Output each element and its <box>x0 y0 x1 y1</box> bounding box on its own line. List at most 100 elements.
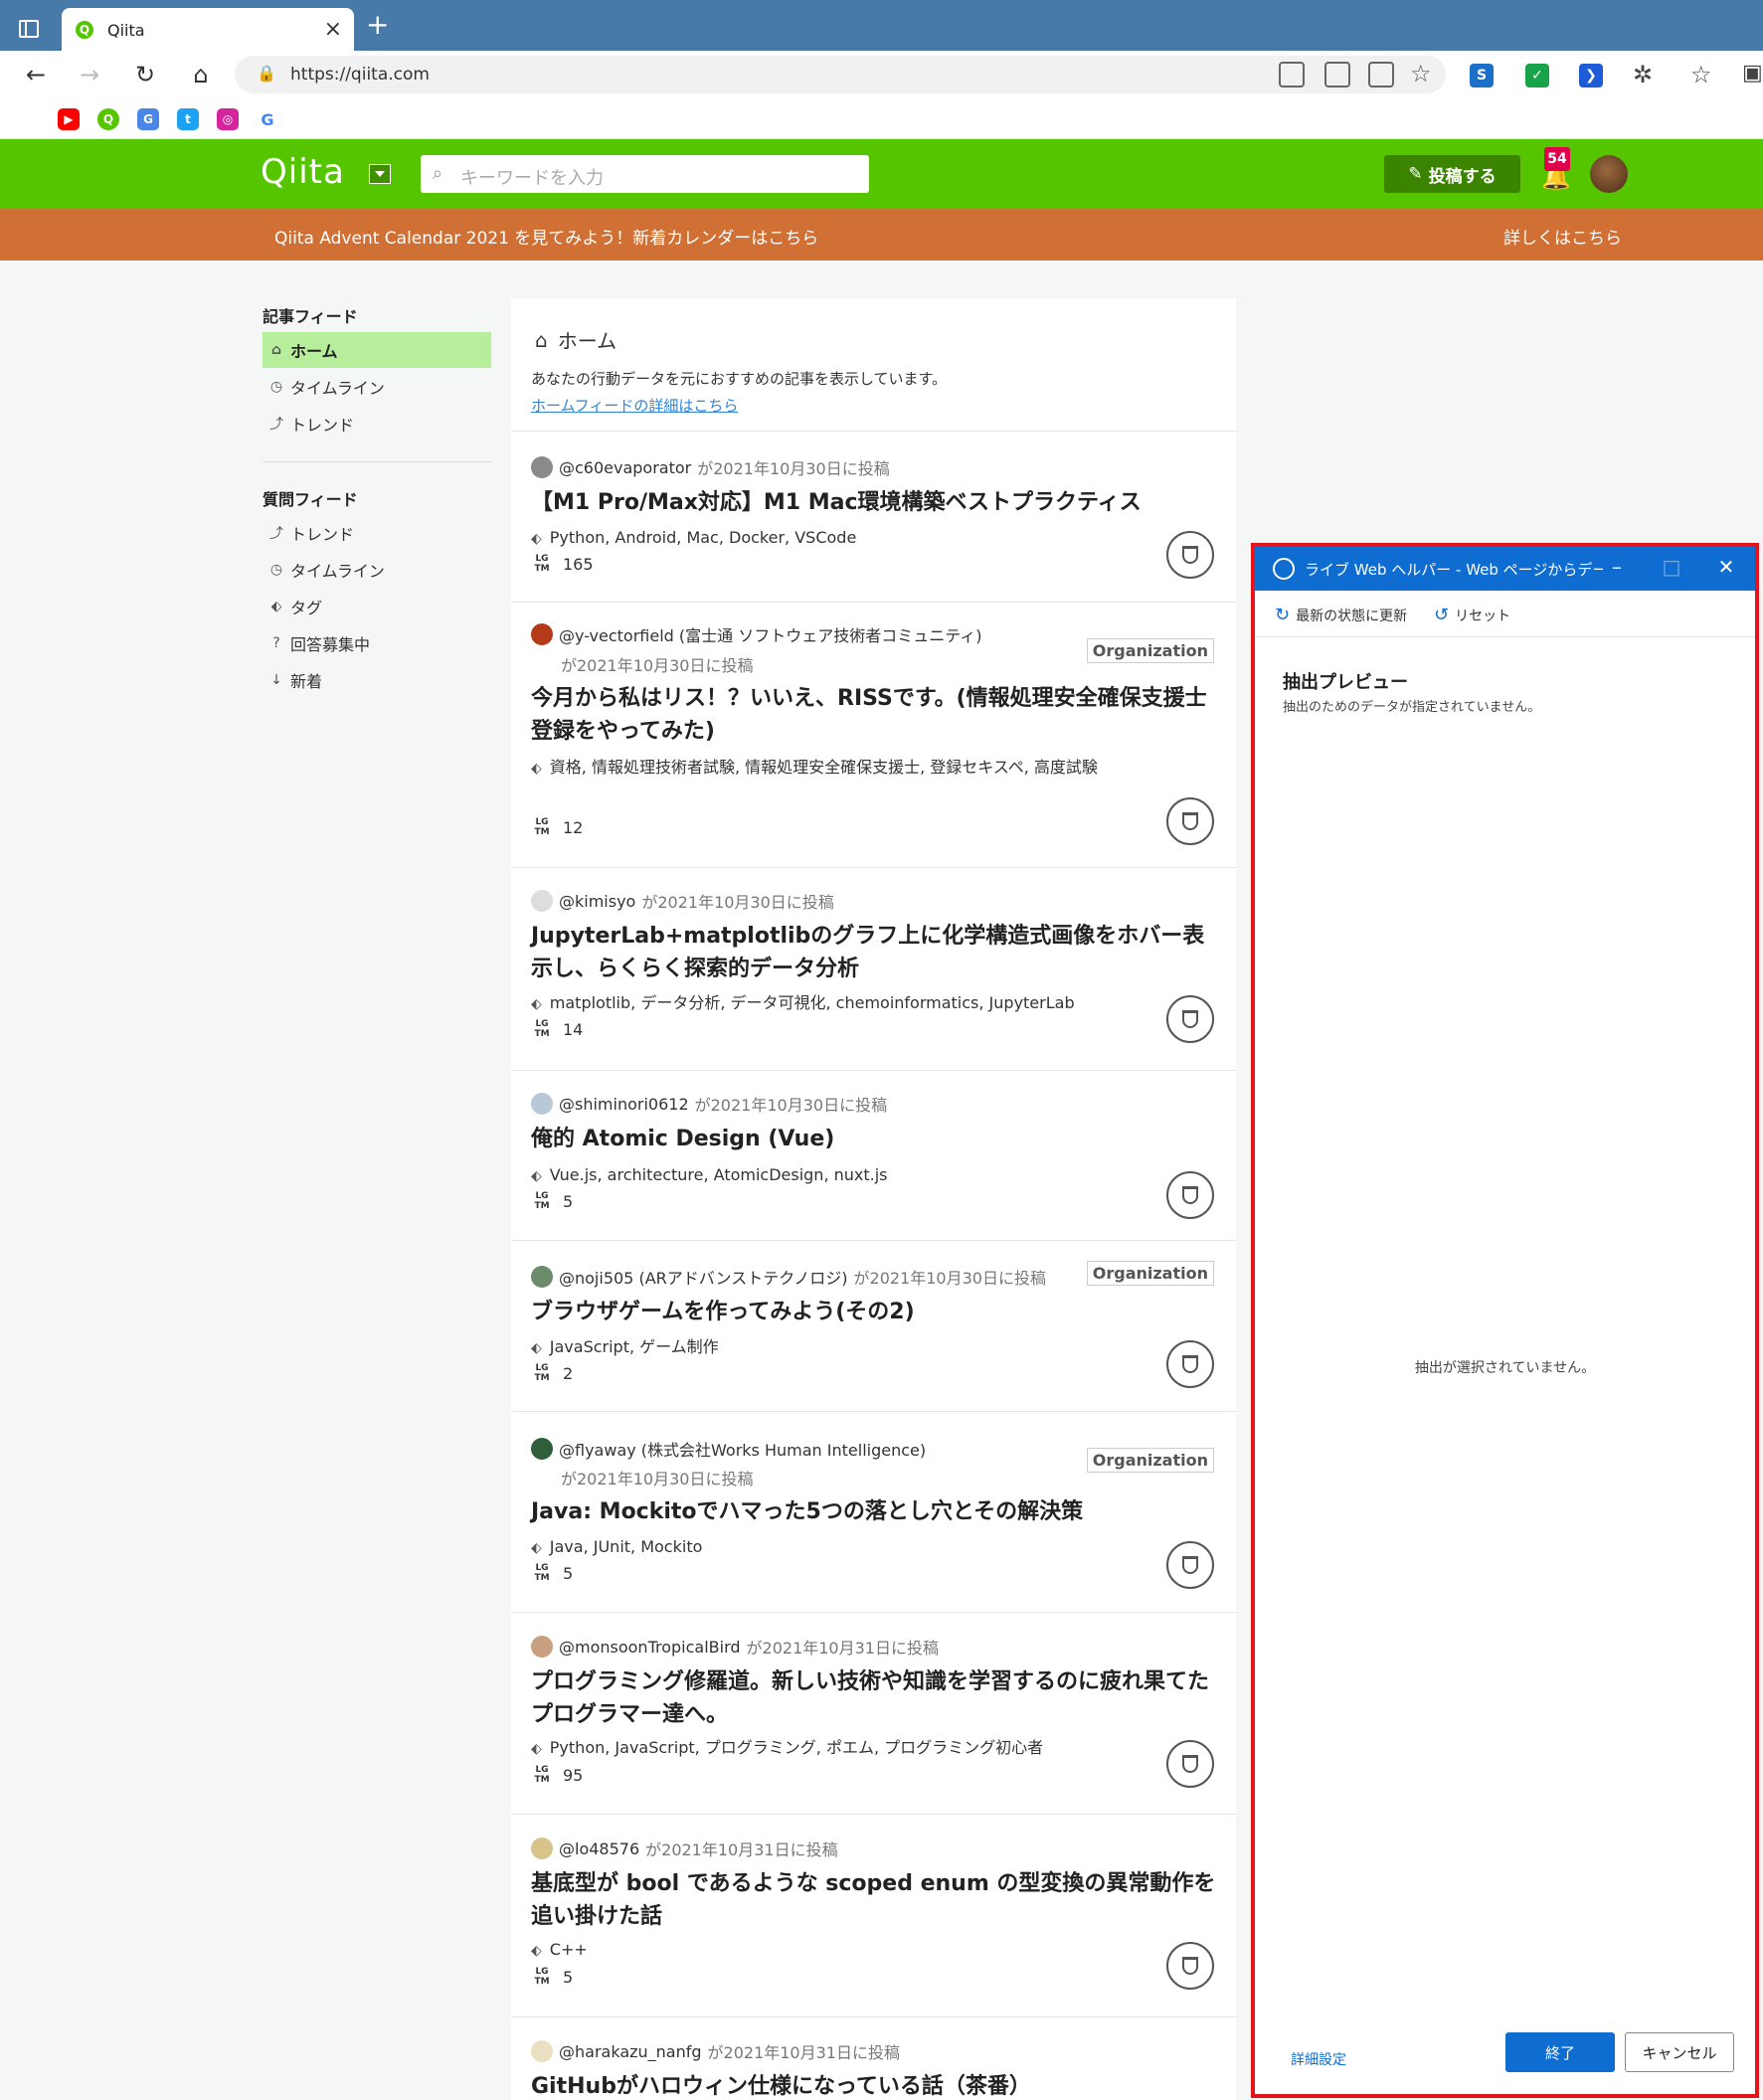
posted-date: が2021年10月30日に投稿 <box>641 893 834 912</box>
tag-list[interactable]: Java, JUnit, Mockito <box>550 1537 703 1556</box>
address-bar[interactable]: 🔒 https://qiita.com ☆ <box>235 56 1446 93</box>
organization-badge[interactable]: Organization <box>1086 1448 1214 1473</box>
extension-s-icon[interactable]: S <box>1470 64 1494 88</box>
sidebar-item-label: タグ <box>290 599 323 617</box>
stock-icon <box>1182 1755 1198 1773</box>
article-author[interactable]: @monsoonTropicalBird が2021年10月31日に投稿 <box>531 1635 939 1659</box>
notification-badge[interactable]: 54 <box>1544 147 1570 171</box>
apps-icon[interactable] <box>1324 62 1350 88</box>
lgtm-count: LG TM 5 <box>531 1967 573 1987</box>
google-bookmark-icon[interactable]: G <box>257 108 278 130</box>
article-feed-heading: 記事フィード <box>263 307 358 326</box>
article-title[interactable]: 【M1 Pro/Max対応】M1 Mac環境構築ベストプラクティス <box>531 486 1217 519</box>
stock-button[interactable] <box>1166 531 1214 579</box>
article-item: @harakazu_nanfg が2021年10月31日に投稿 GitHubがハロ… <box>511 2017 1236 2100</box>
qiita-favicon-icon: Q <box>76 21 93 39</box>
article-author[interactable]: @shiminori0612 が2021年10月30日に投稿 <box>531 1092 887 1116</box>
tab-close-icon[interactable]: × <box>324 17 342 42</box>
post-button[interactable]: ✎ 投稿する <box>1384 155 1520 193</box>
article-author[interactable]: @flyaway (株式会社Works Human Intelligence) <box>531 1437 926 1461</box>
home-feed-detail-link[interactable]: ホームフィードの詳細はこちら <box>531 395 738 416</box>
avatar <box>531 890 553 912</box>
sort-icon: ↓ <box>270 672 282 688</box>
article-author[interactable]: @noji505 (ARアドバンストテクノロジ) が2021年10月30日に投稿 <box>531 1265 1046 1289</box>
instagram-bookmark-icon[interactable]: ◎ <box>217 108 239 130</box>
stock-button[interactable] <box>1166 1541 1214 1589</box>
sidebar-item-unanswered[interactable]: ? 回答募集中 <box>263 625 491 661</box>
tag-list[interactable]: Python, Android, Mac, Docker, VSCode <box>550 528 857 547</box>
refresh-icon[interactable]: ↻ <box>127 57 163 92</box>
banner-more-link[interactable]: 詳しくはこちら <box>1503 224 1622 249</box>
browser-tab-bar: Q Qiita × + <box>0 0 1763 51</box>
stock-button[interactable] <box>1166 797 1214 845</box>
author-name: @noji505 (ARアドバンストテクノロジ) <box>559 1269 848 1288</box>
tag-list[interactable]: Vue.js, architecture, AtomicDesign, nuxt… <box>550 1165 888 1184</box>
sidebar-item-timeline[interactable]: ◷ タイムライン <box>263 369 491 405</box>
extensions-grid-icon[interactable] <box>1368 62 1394 88</box>
article-title[interactable]: GitHubがハロウィン仕様になっている話（茶番） <box>531 2070 1217 2100</box>
qiita-bookmark-icon[interactable]: Q <box>97 108 119 130</box>
tag-list[interactable]: C++ <box>550 1940 588 1959</box>
tag-icon: ⬖ <box>270 599 282 614</box>
lgtm-icon: LG TM <box>534 1191 550 1211</box>
article-title[interactable]: Java: Mockitoでハマった5つの落とし穴とその解決策 <box>531 1495 1217 1528</box>
tag-list[interactable]: JavaScript, ゲーム制作 <box>550 1337 719 1356</box>
youtube-bookmark-icon[interactable]: ▶ <box>58 108 80 130</box>
sidebar-item-question-trend[interactable]: ⤴ トレンド <box>263 515 491 551</box>
article-title[interactable]: 基底型が bool であるような scoped enum の型変換の異常動作を追… <box>531 1867 1217 1933</box>
article-author[interactable]: @harakazu_nanfg が2021年10月31日に投稿 <box>531 2039 900 2063</box>
avatar[interactable] <box>1590 155 1628 193</box>
translate-bookmark-icon[interactable]: G <box>137 108 159 130</box>
sidebar-item-question-timeline[interactable]: ◷ タイムライン <box>263 552 491 588</box>
article-title[interactable]: 今月から私はリス！？いいえ、RISSです。(情報処理安全確保支援士登録をやってみ… <box>531 682 1217 748</box>
power-automate-icon[interactable]: ❯ <box>1579 64 1603 88</box>
sidebar-item-tags[interactable]: ⬖ タグ <box>263 589 491 624</box>
tag-list[interactable]: matplotlib, データ分析, データ可視化, chemoinformat… <box>550 993 1075 1012</box>
forward-icon[interactable]: → <box>72 57 107 92</box>
article-title[interactable]: 俺的 Atomic Design (Vue) <box>531 1123 1217 1155</box>
extension-check-icon[interactable]: ✓ <box>1525 64 1549 88</box>
home-description: あなたの行動データを元におすすめの記事を表示しています。 <box>531 370 948 388</box>
clock-icon: ◷ <box>269 562 283 578</box>
lgtm-value: 14 <box>563 1019 584 1039</box>
article-author[interactable]: @c60evaporator が2021年10月30日に投稿 <box>531 455 890 479</box>
organization-badge[interactable]: Organization <box>1086 1261 1214 1286</box>
app-available-icon[interactable] <box>1279 62 1305 88</box>
tab-actions-icon[interactable] <box>14 14 44 44</box>
sidebar-item-home[interactable]: ⌂ ホーム <box>263 332 491 368</box>
home-browser-icon[interactable]: ⌂ <box>183 57 219 92</box>
stock-button[interactable] <box>1166 1340 1214 1388</box>
qiita-logo[interactable]: Qiita <box>261 152 345 192</box>
article-author[interactable]: @y-vectorfield (富士通 ソフトウェア技術者コミュニティ) <box>531 622 982 646</box>
chevron-down-icon[interactable] <box>369 164 391 184</box>
favorite-star-icon[interactable]: ☆ <box>1410 60 1432 88</box>
extensions-puzzle-icon[interactable]: ✲ <box>1633 61 1653 88</box>
sidebar-item-newest[interactable]: ↓ 新着 <box>263 662 491 698</box>
browser-tab[interactable]: Q Qiita × <box>62 8 354 51</box>
article-author[interactable]: @lo48576 が2021年10月31日に投稿 <box>531 1837 838 1860</box>
back-icon[interactable]: ← <box>18 57 54 92</box>
author-name: @harakazu_nanfg <box>559 2041 702 2061</box>
article-title[interactable]: ブラウザゲームを作ってみよう(その2) <box>531 1296 1217 1328</box>
article-title[interactable]: JupyterLab+matplotlibのグラフ上に化学構造式画像をホバー表示… <box>531 920 1217 985</box>
banner-text[interactable]: Qiita Advent Calendar 2021 を見てみよう！新着カレンダ… <box>274 224 818 249</box>
search-input[interactable]: ⌕ キーワードを入力 <box>421 155 869 193</box>
stock-button[interactable] <box>1166 995 1214 1043</box>
collections-icon[interactable]: ▣ <box>1742 61 1763 86</box>
article-author[interactable]: @kimisyo が2021年10月30日に投稿 <box>531 889 834 913</box>
tag-list[interactable]: Python, JavaScript, プログラミング, ポエム, プログラミン… <box>550 1738 1043 1757</box>
sidebar-item-trend[interactable]: ⤴ トレンド <box>263 406 491 441</box>
stock-button[interactable] <box>1166 1171 1214 1219</box>
new-tab-icon[interactable]: + <box>366 11 389 39</box>
favorites-icon[interactable]: ☆ <box>1690 61 1712 88</box>
twitter-bookmark-icon[interactable]: t <box>177 108 199 130</box>
stock-button[interactable] <box>1166 1942 1214 1990</box>
avatar <box>531 623 553 645</box>
apple-bookmark-icon[interactable] <box>18 108 40 130</box>
edit-icon: ✎ <box>1408 164 1423 184</box>
tag-list[interactable]: 資格, 情報処理技術者試験, 情報処理安全確保支援士, 登録セキスペ, 高度試験 <box>550 758 1098 777</box>
question-icon: ? <box>272 635 280 651</box>
article-title[interactable]: プログラミング修羅道。新しい技術や知識を学習するのに疲れ果てたプログラマー達へ。 <box>531 1665 1217 1731</box>
stock-button[interactable] <box>1166 1740 1214 1788</box>
organization-badge[interactable]: Organization <box>1086 638 1214 663</box>
